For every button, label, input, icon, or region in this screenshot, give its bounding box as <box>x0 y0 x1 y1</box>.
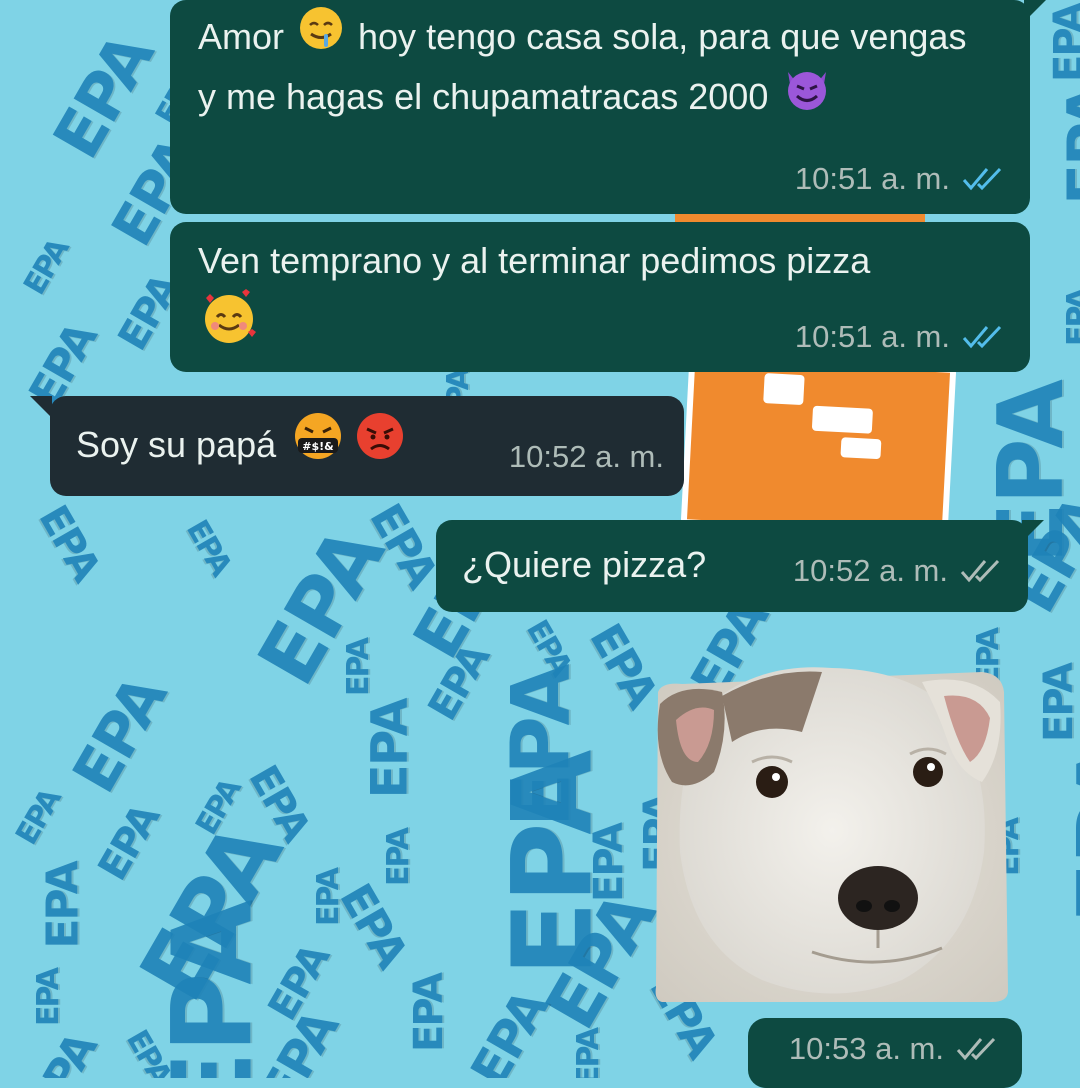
wallpaper-watermark: EPA <box>1058 741 1080 924</box>
wallpaper-watermark: EPA <box>1060 289 1080 346</box>
wallpaper-watermark: EPA <box>405 974 452 1052</box>
read-ticks-icon <box>962 165 1008 193</box>
message-time: 10:53 a. m. <box>788 1031 944 1066</box>
smiling-face-with-hearts-icon <box>198 288 260 363</box>
wallpaper-watermark: EPA <box>380 829 416 886</box>
wallpaper-watermark: EPA <box>37 862 89 949</box>
message-text: Amor hoy tengo casa sola, para que venga… <box>198 5 990 129</box>
angry-face-icon <box>354 410 406 479</box>
wallpaper-watermark: EPA <box>1035 664 1080 742</box>
wallpaper-watermark: EPA <box>360 699 419 799</box>
wallpaper-watermark: EPA <box>340 639 376 696</box>
svg-text:#$!&: #$!& <box>302 440 334 453</box>
message-meta: 10:52 a. m. <box>793 542 1006 600</box>
wallpaper-watermark: EPA <box>17 234 76 301</box>
wallpaper-watermark: EPA <box>9 784 68 851</box>
message-meta: 10:52 a. m. <box>509 428 664 486</box>
message-time: 10:52 a. m. <box>508 439 664 474</box>
wallpaper-watermark: EPA <box>570 1029 606 1078</box>
message-meta: 10:51 a. m. <box>795 308 1008 366</box>
outgoing-message[interactable]: Ven temprano y al terminar pedimos pizza… <box>170 222 1030 372</box>
wallpaper-watermark: EPA <box>19 1025 107 1078</box>
message-text: Ven temprano y al terminar pedimos pizza <box>198 240 871 281</box>
drooling-face-icon <box>298 5 344 68</box>
delivered-ticks-icon <box>956 1035 1002 1063</box>
wallpaper-watermark: EPA <box>89 797 169 889</box>
delivered-ticks-icon <box>960 557 1006 585</box>
outgoing-message[interactable]: Amor hoy tengo casa sola, para que venga… <box>170 0 1030 214</box>
message-time: 10:52 a. m. <box>792 553 948 588</box>
message-time: 10:51 a. m. <box>794 161 950 196</box>
wallpaper-watermark: EPA <box>59 665 181 805</box>
incoming-message[interactable]: Soy su papá #$!& 10:52 a. m. <box>50 396 684 496</box>
wallpaper-watermark: EPA <box>148 901 277 1078</box>
wallpaper-watermark: EPA <box>30 969 66 1026</box>
wallpaper-watermark: EPA <box>1054 85 1080 205</box>
wallpaper-watermark: EPA <box>29 497 109 589</box>
wallpaper-orange-logo <box>680 353 957 539</box>
message-time: 10:51 a. m. <box>794 319 950 354</box>
message-meta: 10:53 a. m. <box>789 1020 1002 1078</box>
outgoing-message[interactable]: ¿Quiere pizza? 10:52 a. m. <box>436 520 1028 612</box>
dog-sticker[interactable] <box>652 662 1008 1002</box>
face-with-symbols-on-mouth-icon: #$!& <box>290 410 346 479</box>
wallpaper-watermark: EPA <box>179 514 238 581</box>
smiling-devil-icon <box>782 64 832 129</box>
message-meta: 10:51 a. m. <box>795 150 1008 208</box>
read-ticks-icon <box>962 323 1008 351</box>
wallpaper-watermark: EPA <box>1045 4 1080 82</box>
